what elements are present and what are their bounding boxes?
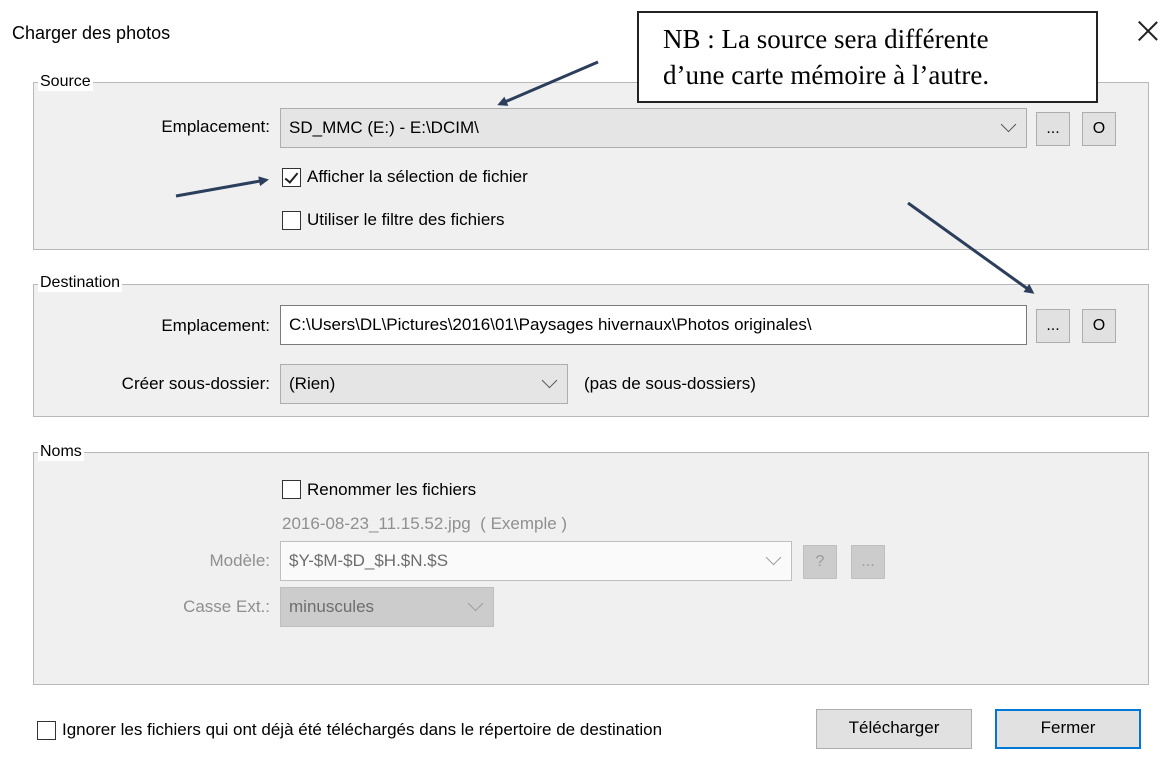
- annotation-arrows: [175, 60, 1035, 294]
- arrow-to-show-selection: [175, 176, 269, 198]
- arrow-to-destination-browse: [907, 201, 1035, 294]
- arrow-to-source-location: [497, 60, 599, 106]
